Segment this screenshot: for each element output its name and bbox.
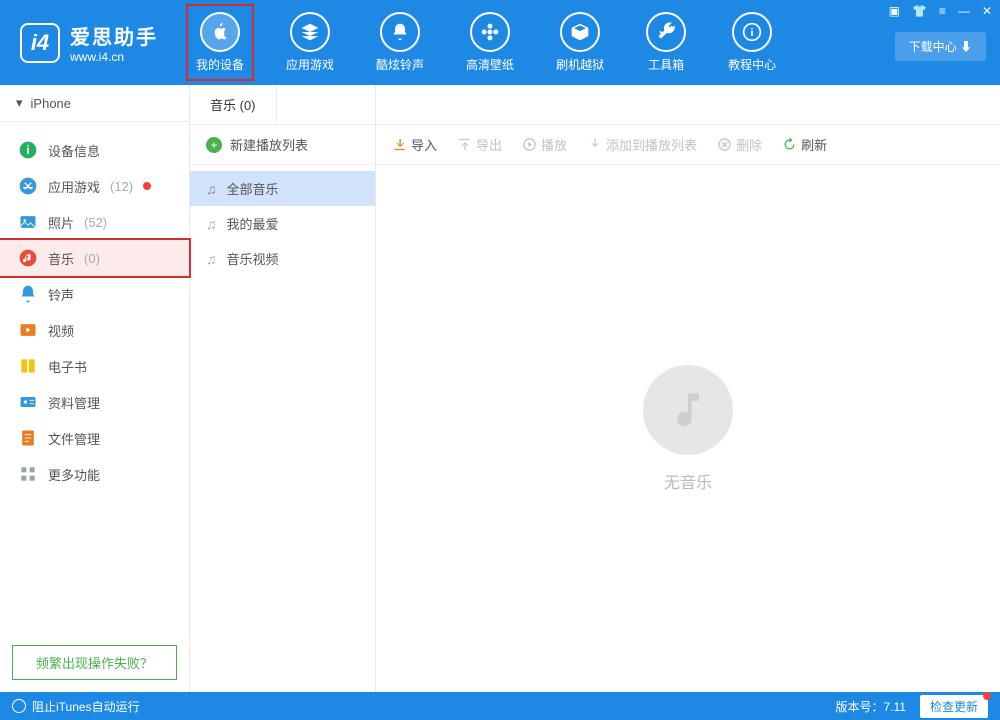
- nav-bar: 我的设备应用游戏酷炫铃声高清壁纸刷机越狱工具箱教程中心: [188, 6, 784, 79]
- sidebar-item-7[interactable]: 资料管理: [0, 384, 189, 420]
- file-icon: [18, 428, 38, 448]
- toolbar-play: 播放: [522, 135, 567, 154]
- update-dot-icon: [983, 692, 991, 700]
- music-note-icon: ♫: [206, 181, 217, 197]
- add-icon: [587, 137, 602, 152]
- music-icon: [643, 365, 733, 455]
- bell-blue-icon: [18, 284, 38, 304]
- empty-text: 无音乐: [664, 469, 712, 493]
- toggle-icon[interactable]: [12, 699, 26, 713]
- nav-box[interactable]: 刷机越狱: [548, 6, 612, 79]
- music-note-icon: ♫: [206, 251, 217, 267]
- nav-tools[interactable]: 工具箱: [638, 6, 694, 79]
- sidebar-item-0[interactable]: i设备信息: [0, 132, 189, 168]
- bell-icon: [380, 12, 420, 52]
- content-area: 导入 导出 播放 添加到播放列表 删除 刷新 无音乐: [376, 85, 1000, 692]
- toolbar-import[interactable]: 导入: [392, 135, 437, 154]
- faq-link[interactable]: 频繁出现操作失败？: [12, 645, 177, 680]
- nav-apple[interactable]: 我的设备: [188, 6, 252, 79]
- close-icon[interactable]: ✕: [982, 4, 992, 18]
- itunes-toggle[interactable]: 阻止iTunes自动运行: [32, 698, 140, 715]
- download-center-button[interactable]: 下载中心 ⬇: [895, 32, 986, 61]
- logo-badge: i4: [20, 23, 60, 63]
- sidebar: ▾ iPhone i设备信息应用游戏(12)照片(52)音乐(0)铃声视频电子书…: [0, 85, 190, 692]
- toolbar-export: 导出: [457, 135, 502, 154]
- music-red-icon: [18, 248, 38, 268]
- info-icon: [732, 12, 772, 52]
- refresh-icon: [782, 137, 797, 152]
- info-green-icon: i: [18, 140, 38, 160]
- empty-state: 无音乐: [376, 165, 1000, 692]
- nav-flower[interactable]: 高清壁纸: [458, 6, 522, 79]
- svg-text:i: i: [26, 144, 29, 157]
- sublist-item-2[interactable]: ♫音乐视频: [190, 241, 375, 276]
- app-url: www.i4.cn: [70, 50, 158, 64]
- chevron-down-icon: ▾: [16, 95, 23, 111]
- sidebar-item-8[interactable]: 文件管理: [0, 420, 189, 456]
- music-subnav: 音乐 (0) + 新建播放列表 ♫全部音乐♫我的最爱♫音乐视频: [190, 85, 376, 692]
- import-icon: [392, 137, 407, 152]
- feedback-icon[interactable]: ▣: [889, 4, 900, 18]
- notification-dot: [143, 182, 151, 190]
- plus-icon: +: [206, 137, 222, 153]
- tab-music[interactable]: 音乐 (0): [190, 85, 277, 124]
- appstore-blue-icon: [18, 176, 38, 196]
- sidebar-item-4[interactable]: 铃声: [0, 276, 189, 312]
- book-icon: [18, 356, 38, 376]
- device-name: iPhone: [31, 96, 71, 111]
- image-icon: [18, 212, 38, 232]
- toolbar: 导入 导出 播放 添加到播放列表 删除 刷新: [376, 125, 1000, 165]
- skin-icon[interactable]: 👕: [912, 4, 927, 18]
- minimize-icon[interactable]: —: [958, 4, 970, 18]
- delete-icon: [717, 137, 732, 152]
- nav-appstore[interactable]: 应用游戏: [278, 6, 342, 79]
- appstore-icon: [290, 12, 330, 52]
- id-icon: [18, 392, 38, 412]
- video-icon: [18, 320, 38, 340]
- app-name: 爱思助手: [70, 21, 158, 50]
- music-note-icon: ♫: [206, 216, 217, 232]
- apple-icon: [200, 12, 240, 52]
- toolbar-add: 添加到播放列表: [587, 135, 697, 154]
- sublist-item-0[interactable]: ♫全部音乐: [190, 171, 375, 206]
- sidebar-item-3[interactable]: 音乐(0): [0, 240, 189, 276]
- sublist-item-1[interactable]: ♫我的最爱: [190, 206, 375, 241]
- status-bar: 阻止iTunes自动运行 版本号：7.11 检查更新: [0, 692, 1000, 720]
- sidebar-item-9[interactable]: 更多功能: [0, 456, 189, 492]
- device-header[interactable]: ▾ iPhone: [0, 85, 189, 122]
- sidebar-item-2[interactable]: 照片(52): [0, 204, 189, 240]
- window-controls: ▣ 👕 ≡ — ✕: [889, 4, 992, 18]
- new-playlist-button[interactable]: + 新建播放列表: [190, 125, 375, 165]
- check-update-button[interactable]: 检查更新: [920, 695, 988, 718]
- box-icon: [560, 12, 600, 52]
- export-icon: [457, 137, 472, 152]
- app-header: i4 爱思助手 www.i4.cn 我的设备应用游戏酷炫铃声高清壁纸刷机越狱工具…: [0, 0, 1000, 85]
- grid-icon: [18, 464, 38, 484]
- nav-info[interactable]: 教程中心: [720, 6, 784, 79]
- nav-bell[interactable]: 酷炫铃声: [368, 6, 432, 79]
- play-icon: [522, 137, 537, 152]
- flower-icon: [470, 12, 510, 52]
- sidebar-item-1[interactable]: 应用游戏(12): [0, 168, 189, 204]
- version-label: 版本号：7.11: [836, 698, 906, 715]
- app-logo: i4 爱思助手 www.i4.cn: [10, 21, 168, 64]
- toolbar-delete: 删除: [717, 135, 762, 154]
- sidebar-item-5[interactable]: 视频: [0, 312, 189, 348]
- toolbar-refresh[interactable]: 刷新: [782, 135, 827, 154]
- sidebar-item-6[interactable]: 电子书: [0, 348, 189, 384]
- menu-icon[interactable]: ≡: [939, 4, 946, 18]
- new-playlist-label: 新建播放列表: [230, 135, 308, 154]
- tools-icon: [646, 12, 686, 52]
